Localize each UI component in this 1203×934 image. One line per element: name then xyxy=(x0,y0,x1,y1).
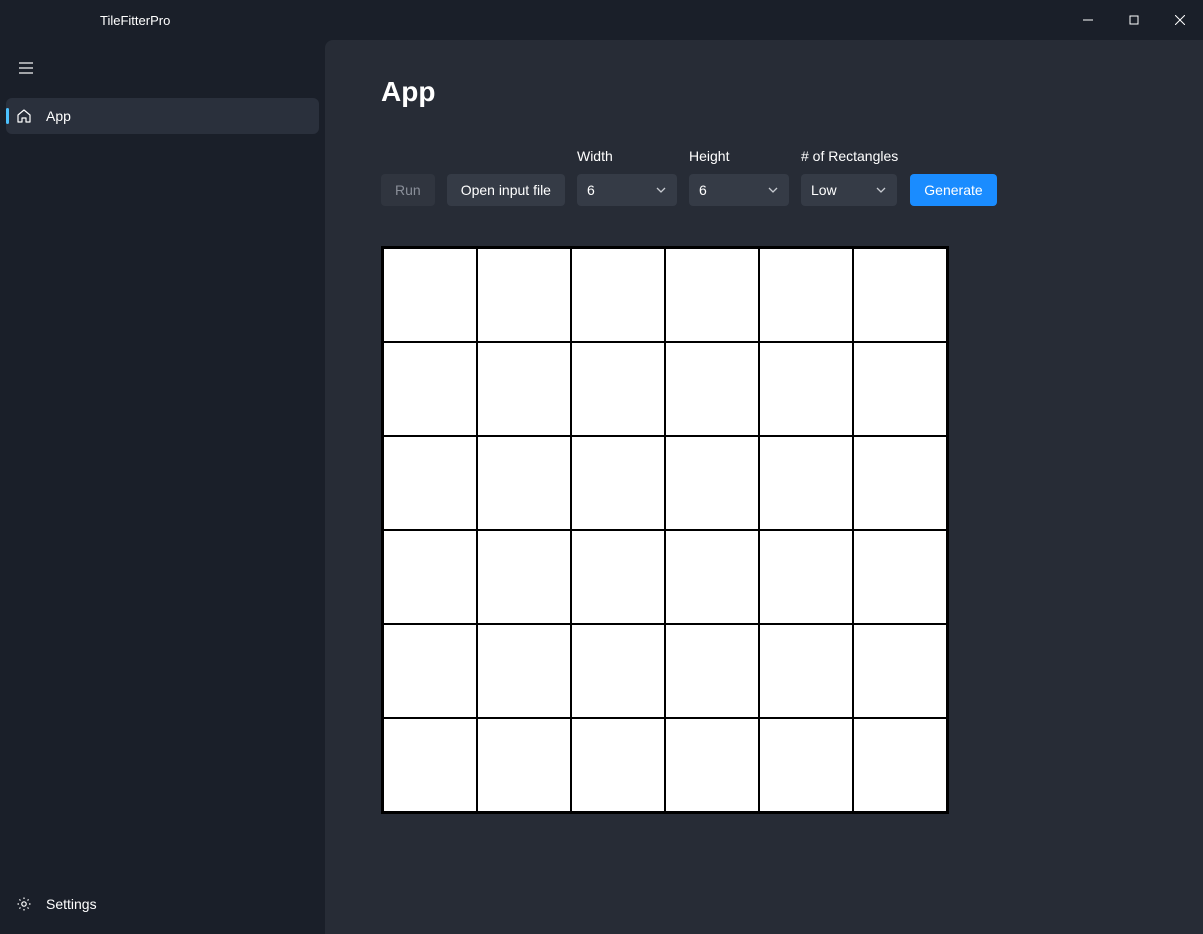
grid-row xyxy=(383,248,947,342)
open-input-file-button[interactable]: Open input file xyxy=(447,174,565,206)
close-icon xyxy=(1175,15,1185,25)
grid-cell xyxy=(665,530,759,624)
width-label: Width xyxy=(577,148,677,164)
grid-cell xyxy=(853,530,947,624)
grid-cell xyxy=(759,624,853,718)
close-button[interactable] xyxy=(1157,0,1203,40)
minimize-button[interactable] xyxy=(1065,0,1111,40)
grid-cell xyxy=(571,624,665,718)
width-select[interactable]: 6 xyxy=(577,174,677,206)
height-field: Height 6 xyxy=(689,148,789,206)
grid-row xyxy=(383,530,947,624)
grid-cell xyxy=(477,624,571,718)
grid-cell xyxy=(383,530,477,624)
grid-cell xyxy=(665,718,759,812)
rectangles-field: # of Rectangles Low xyxy=(801,148,898,206)
grid-cell xyxy=(759,342,853,436)
chevron-down-icon xyxy=(768,185,779,196)
grid-row xyxy=(383,624,947,718)
sidebar-item-settings[interactable]: Settings xyxy=(6,886,319,922)
minimize-icon xyxy=(1083,15,1093,25)
height-label: Height xyxy=(689,148,789,164)
hamburger-icon xyxy=(18,60,34,76)
grid-cell xyxy=(477,436,571,530)
maximize-icon xyxy=(1129,15,1139,25)
grid-cell xyxy=(665,342,759,436)
grid-cell xyxy=(571,436,665,530)
height-value: 6 xyxy=(699,182,707,198)
grid-cell xyxy=(665,436,759,530)
grid-cell xyxy=(383,436,477,530)
sidebar: App Settings xyxy=(0,40,325,934)
home-icon xyxy=(16,108,32,124)
grid-cell xyxy=(853,718,947,812)
grid-row xyxy=(383,436,947,530)
grid-cell xyxy=(665,624,759,718)
content-area: App Run Open input file Width 6 Height 6 xyxy=(325,40,1203,934)
width-field: Width 6 xyxy=(577,148,677,206)
grid-cell xyxy=(759,436,853,530)
chevron-down-icon xyxy=(876,185,887,196)
grid-cell xyxy=(571,342,665,436)
titlebar: TileFitterPro xyxy=(0,0,1203,40)
grid-cell xyxy=(477,530,571,624)
grid-cell xyxy=(477,342,571,436)
grid-cell xyxy=(383,624,477,718)
grid-cell xyxy=(383,342,477,436)
toolbar: Run Open input file Width 6 Height 6 xyxy=(381,148,1147,206)
grid-cell xyxy=(383,718,477,812)
width-value: 6 xyxy=(587,182,595,198)
height-select[interactable]: 6 xyxy=(689,174,789,206)
grid-cell xyxy=(759,530,853,624)
grid-cell xyxy=(571,248,665,342)
maximize-button[interactable] xyxy=(1111,0,1157,40)
grid-cell xyxy=(759,718,853,812)
grid-cell xyxy=(571,718,665,812)
window-title: TileFitterPro xyxy=(100,13,170,28)
settings-label: Settings xyxy=(46,896,97,912)
grid-row xyxy=(383,718,947,812)
tile-grid xyxy=(381,246,949,814)
grid-cell xyxy=(853,624,947,718)
rectangles-value: Low xyxy=(811,182,837,198)
page-title: App xyxy=(381,76,1147,108)
grid-cell xyxy=(853,436,947,530)
grid-cell xyxy=(477,248,571,342)
rectangles-label: # of Rectangles xyxy=(801,148,898,164)
grid-cell xyxy=(759,248,853,342)
grid-cell xyxy=(853,248,947,342)
sidebar-item-label: App xyxy=(46,108,71,124)
grid-row xyxy=(383,342,947,436)
generate-button[interactable]: Generate xyxy=(910,174,996,206)
grid-cell xyxy=(853,342,947,436)
grid-cell xyxy=(477,718,571,812)
sidebar-item-app[interactable]: App xyxy=(6,98,319,134)
gear-icon xyxy=(16,896,32,912)
window-controls xyxy=(1065,0,1203,40)
grid-cell xyxy=(571,530,665,624)
chevron-down-icon xyxy=(656,185,667,196)
grid-cell xyxy=(665,248,759,342)
run-button[interactable]: Run xyxy=(381,174,435,206)
menu-toggle-button[interactable] xyxy=(6,50,46,86)
rectangles-select[interactable]: Low xyxy=(801,174,897,206)
grid-cell xyxy=(383,248,477,342)
